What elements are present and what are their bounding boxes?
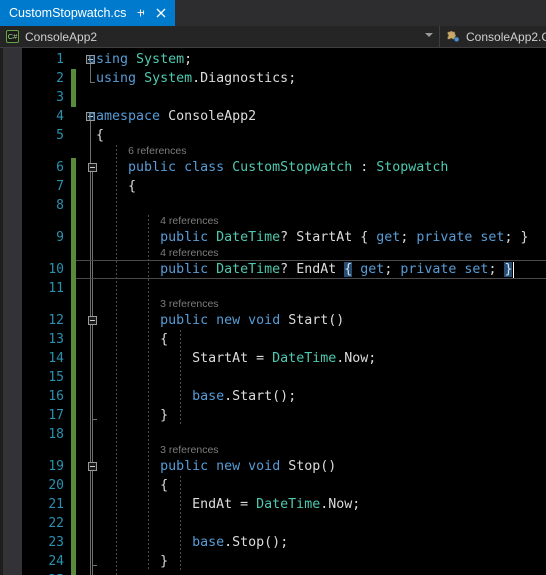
codelens-references[interactable]: 6 references <box>128 145 186 158</box>
code-line[interactable]: base.Start(); <box>88 387 296 406</box>
line-number: 4 <box>56 109 64 124</box>
line-number: 5 <box>56 128 64 143</box>
tab-strip: CustomStopwatch.cs <box>0 0 546 26</box>
line-number: 10 <box>48 262 64 277</box>
line-number: 14 <box>48 351 64 366</box>
line-number: 6 <box>56 160 64 175</box>
line-number: 24 <box>48 554 64 569</box>
editor-left-margin <box>0 48 22 575</box>
line-number: 16 <box>48 389 64 404</box>
close-icon[interactable] <box>154 0 168 26</box>
text-caret <box>513 262 515 278</box>
line-number: 17 <box>48 408 64 423</box>
line-number: 22 <box>48 516 64 531</box>
line-number: 3 <box>56 90 64 105</box>
line-number: 9 <box>56 230 64 245</box>
change-indicator-bar <box>71 158 76 575</box>
code-line[interactable]: } <box>88 406 168 425</box>
code-line[interactable]: base.Stop(); <box>88 533 288 552</box>
line-number: 18 <box>48 427 64 442</box>
code-line[interactable]: public new void Start() <box>88 311 344 330</box>
chevron-down-icon[interactable] <box>425 33 433 37</box>
code-line[interactable]: } <box>88 552 168 571</box>
codelens-references[interactable]: 4 references <box>160 215 218 228</box>
code-line[interactable]: { <box>88 177 136 196</box>
editor-left-margin-edge <box>0 48 3 575</box>
member-dropdown-label: ConsoleApp2.Cu <box>466 29 546 44</box>
member-dropdown[interactable]: ConsoleApp2.Cu <box>442 26 546 47</box>
code-line[interactable]: namespace ConsoleApp2 <box>88 107 256 126</box>
navigation-bar: C# ConsoleApp2 ConsoleApp2.Cu <box>0 26 546 48</box>
line-number: 12 <box>48 313 64 328</box>
line-number: 21 <box>48 497 64 512</box>
project-dropdown[interactable]: C# ConsoleApp2 <box>2 26 440 47</box>
line-number: 13 <box>48 332 64 347</box>
code-line[interactable]: public class CustomStopwatch : Stopwatch <box>88 158 448 177</box>
code-line[interactable]: public new void Stop() <box>88 457 336 476</box>
line-number: 23 <box>48 535 64 550</box>
code-line[interactable]: { <box>88 476 168 495</box>
line-number: 7 <box>56 179 64 194</box>
code-line[interactable]: { <box>88 330 168 349</box>
line-number: 25 <box>22 571 64 575</box>
current-line-highlight <box>76 260 546 279</box>
codelens-references[interactable]: 4 references <box>160 247 218 260</box>
indent-guide <box>180 476 181 571</box>
line-number: 8 <box>56 198 64 213</box>
indent-guide <box>180 330 181 425</box>
tab-customstopwatch-cs[interactable]: CustomStopwatch.cs <box>0 0 175 26</box>
code-line[interactable]: StartAt = DateTime.Now; <box>88 349 376 368</box>
tab-label: CustomStopwatch.cs <box>9 6 127 20</box>
line-number: 2 <box>56 71 64 86</box>
code-line[interactable]: { <box>88 126 104 145</box>
line-number: 15 <box>48 370 64 385</box>
codelens-references[interactable]: 3 references <box>160 298 218 311</box>
line-number: 11 <box>48 281 64 296</box>
project-dropdown-label: ConsoleApp2 <box>25 29 98 44</box>
csharp-file-icon: C# <box>6 30 19 43</box>
change-indicator-bar <box>71 69 76 107</box>
code-editor[interactable]: 1234567891011121314151617181920212223242… <box>0 48 546 575</box>
line-number: 1 <box>56 52 64 67</box>
codelens-references[interactable]: 3 references <box>160 444 218 457</box>
line-number: 19 <box>48 459 64 474</box>
class-member-icon <box>446 30 460 43</box>
code-line[interactable]: public DateTime? StartAt { get; private … <box>88 228 528 247</box>
pin-icon[interactable] <box>135 0 149 26</box>
code-line[interactable]: EndAt = DateTime.Now; <box>88 495 360 514</box>
line-number: 20 <box>48 478 64 493</box>
code-line[interactable]: using System.Diagnostics; <box>88 69 296 88</box>
visual-studio-editor-window: CustomStopwatch.cs C# ConsoleApp2 Consol… <box>0 0 546 575</box>
code-line[interactable]: using System; <box>88 50 192 69</box>
